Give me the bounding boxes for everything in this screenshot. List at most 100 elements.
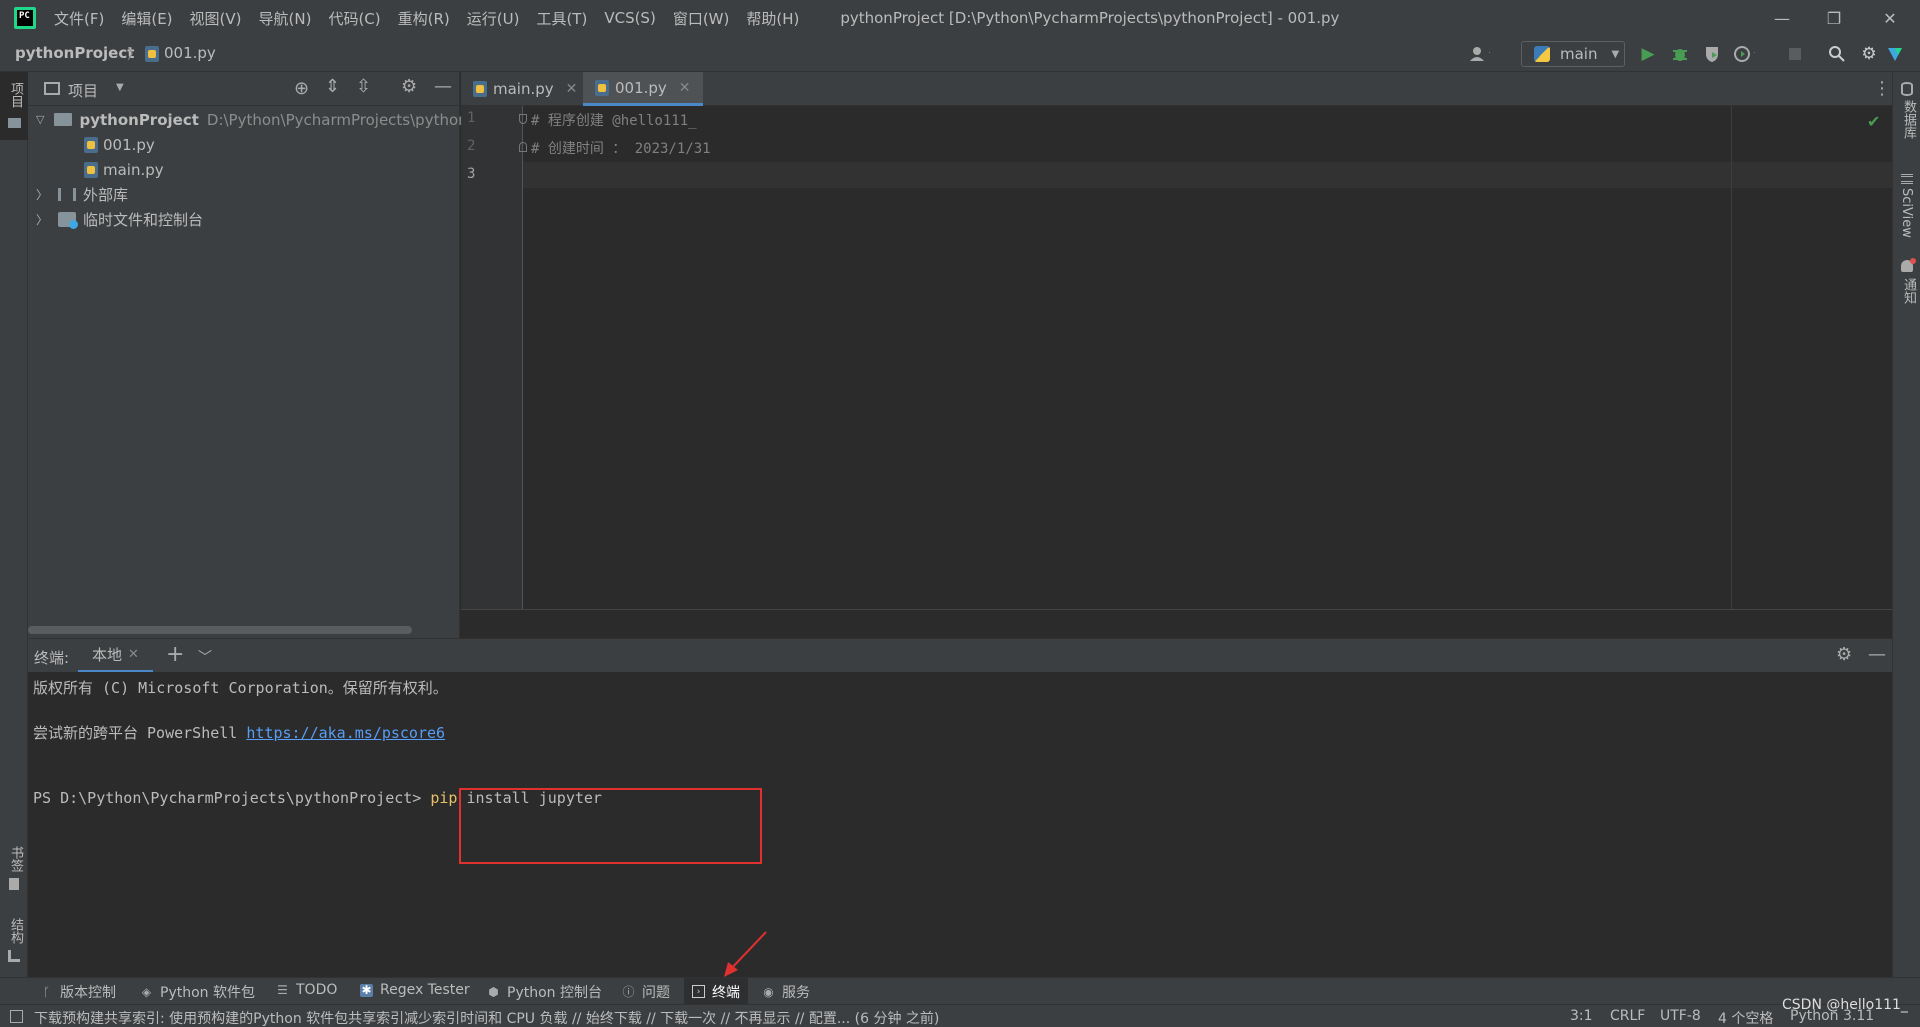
tree-root-project[interactable]: ▽ pythonProject D:\Python\PycharmProject… [36,107,470,132]
fold-marker-icon[interactable] [519,142,527,152]
terminal-settings-gear-icon[interactable]: ⚙ [1836,644,1852,665]
folder-icon [54,113,73,126]
code-editor[interactable]: 1 2 3 # 程序创建 @hello111_ # 创建时间 ： 2023/1/… [461,106,1892,609]
tab-001-py[interactable]: 001.py ✕ [583,72,703,106]
menu-edit[interactable]: 编辑(E) [121,8,172,29]
hide-panel-icon[interactable]: — [434,76,452,97]
breadcrumb-project[interactable]: pythonProject [15,44,134,62]
run-icon[interactable]: ▶ [1637,43,1659,65]
project-root-path: D:\Python\PycharmProjects\pythonProject [206,110,470,129]
toggle-tool-windows-icon[interactable] [10,1010,23,1023]
tree-scratches[interactable]: 〉 临时文件和控制台 [36,207,203,232]
coverage-icon[interactable] [1701,43,1723,65]
terminal-output[interactable]: 版权所有 (C) Microsoft Corporation。保留所有权利。 尝… [28,672,1892,977]
tree-file-001[interactable]: 001.py [84,132,155,157]
chevron-right-icon[interactable]: 〉 [36,186,48,203]
indent-setting[interactable]: 4 个空格 [1718,1008,1773,1027]
menu-window[interactable]: 窗口(W) [673,8,730,29]
status-bar: 下载预构建共享索引: 使用预构建的Python 软件包共享索引减少索引时间和 C… [0,997,1920,1027]
powershell-link[interactable]: https://aka.ms/pscore6 [246,724,445,742]
tool-problems[interactable]: ⓘ 问题 [622,982,670,1002]
bookmarks-tab-label[interactable]: 书签 [6,846,25,872]
tree-file-main[interactable]: main.py [84,157,164,182]
hide-terminal-icon[interactable]: — [1868,644,1886,665]
python-file-icon [145,46,159,62]
close-tab-icon[interactable]: ✕ [679,80,691,96]
inspection-ok-check-icon[interactable]: ✔ [1867,112,1880,131]
tool-python-console[interactable]: ⬢ Python 控制台 [487,982,602,1002]
menu-code[interactable]: 代码(C) [328,8,380,29]
chevron-down-icon[interactable]: ▼ [116,82,124,93]
menu-tools[interactable]: 工具(T) [536,8,587,29]
tool-regex-tester[interactable]: ✱ Regex Tester [360,982,470,998]
tool-terminal[interactable]: › 终端 [684,978,748,1005]
minimize-button[interactable]: — [1754,0,1810,36]
terminal-tab-label: 本地 [92,646,123,664]
line-separator[interactable]: CRLF [1610,1008,1645,1024]
menu-refactor[interactable]: 重构(R) [398,8,450,29]
menu-navigate[interactable]: 导航(N) [259,8,312,29]
options-gear-icon[interactable]: ⚙ [401,76,417,97]
project-panel-title[interactable]: 项目 [68,80,98,101]
collapse-all-icon[interactable]: ⇳ [356,76,371,97]
more-options-icon[interactable]: ⋮ [1873,78,1891,99]
breadcrumb-file[interactable]: 001.py [164,44,216,62]
search-icon[interactable] [1826,43,1848,65]
database-tab-label[interactable]: 数据库 [1899,100,1918,139]
line-number: 1 [467,110,476,126]
tree-external-libraries[interactable]: 〉 外部库 [36,182,128,207]
regex-icon: ✱ [360,982,373,997]
tool-version-control[interactable]: ᚴ 版本控制 [40,982,116,1002]
menu-vcs[interactable]: VCS(S) [604,9,655,27]
close-button[interactable]: ✕ [1862,0,1918,36]
csdn-watermark: CSDN @hello111_ [1782,997,1908,1013]
terminal-line: 尝试新的跨平台 PowerShell https://aka.ms/pscore… [33,722,445,743]
terminal-line: 版权所有 (C) Microsoft Corporation。保留所有权利。 [33,679,448,697]
tool-python-packages[interactable]: ◈ Python 软件包 [140,982,255,1002]
debug-icon[interactable] [1669,43,1691,65]
profile-icon[interactable] [1733,43,1755,65]
chevron-down-icon[interactable]: ﹀ [198,647,212,667]
settings-gear-icon[interactable]: ⚙ [1858,43,1880,65]
restore-button[interactable]: ❐ [1806,0,1862,36]
expand-all-icon[interactable]: ⇕ [325,76,340,97]
structure-tab-label[interactable]: 结构 [6,918,25,944]
tool-label: 问题 [642,985,670,1001]
editor-tab-bar: main.py ✕ 001.py ✕ ⋮ [461,72,1892,106]
tool-label: Regex Tester [380,982,470,998]
account-icon[interactable] [1468,43,1490,65]
chevron-right-icon[interactable]: 〉 [36,211,48,228]
new-tab-plus-icon[interactable]: + [166,642,184,667]
python-file-icon [473,81,487,97]
notifications-tab-label[interactable]: 通知 [1899,278,1918,304]
menu-help[interactable]: 帮助(H) [746,8,799,29]
close-tab-icon[interactable]: ✕ [128,647,139,662]
menu-file[interactable]: 文件(F) [54,8,104,29]
run-configuration-selector[interactable]: main ▼ [1521,41,1625,67]
close-tab-icon[interactable]: ✕ [566,81,578,97]
terminal-text: 尝试新的跨平台 PowerShell [33,724,247,742]
chevron-down-icon[interactable]: ▽ [36,113,44,126]
caret-position[interactable]: 3:1 [1570,1008,1593,1024]
fold-marker-icon[interactable] [519,114,527,124]
annotation-arrow-icon [724,931,767,977]
project-tool-window-button[interactable]: 项目 [0,72,28,140]
menu-view[interactable]: 视图(V) [190,8,242,29]
terminal-tab-local[interactable]: 本地 ✕ [78,639,153,673]
menu-run[interactable]: 运行(U) [467,8,520,29]
tool-services[interactable]: ◉ 服务 [762,982,810,1002]
jetbrains-toolbox-icon[interactable] [1884,43,1906,65]
terminal-label: 终端: [34,649,70,667]
stop-icon[interactable] [1784,43,1806,65]
sciview-icon [1901,174,1913,184]
sciview-tab-label[interactable]: SciView [1899,188,1914,238]
file-encoding[interactable]: UTF-8 [1660,1008,1701,1024]
command-keyword: pip [430,789,458,807]
package-layers-icon: ◈ [141,984,152,999]
horizontal-scrollbar[interactable] [28,626,412,634]
tab-main-py[interactable]: main.py ✕ [461,72,589,106]
project-tab-label: 项目 [8,82,23,108]
locate-file-icon[interactable]: ⊕ [294,78,309,99]
tool-todo[interactable]: ☰ TODO [276,982,337,998]
status-message[interactable]: 下载预构建共享索引: 使用预构建的Python 软件包共享索引减少索引时间和 C… [34,1008,939,1027]
